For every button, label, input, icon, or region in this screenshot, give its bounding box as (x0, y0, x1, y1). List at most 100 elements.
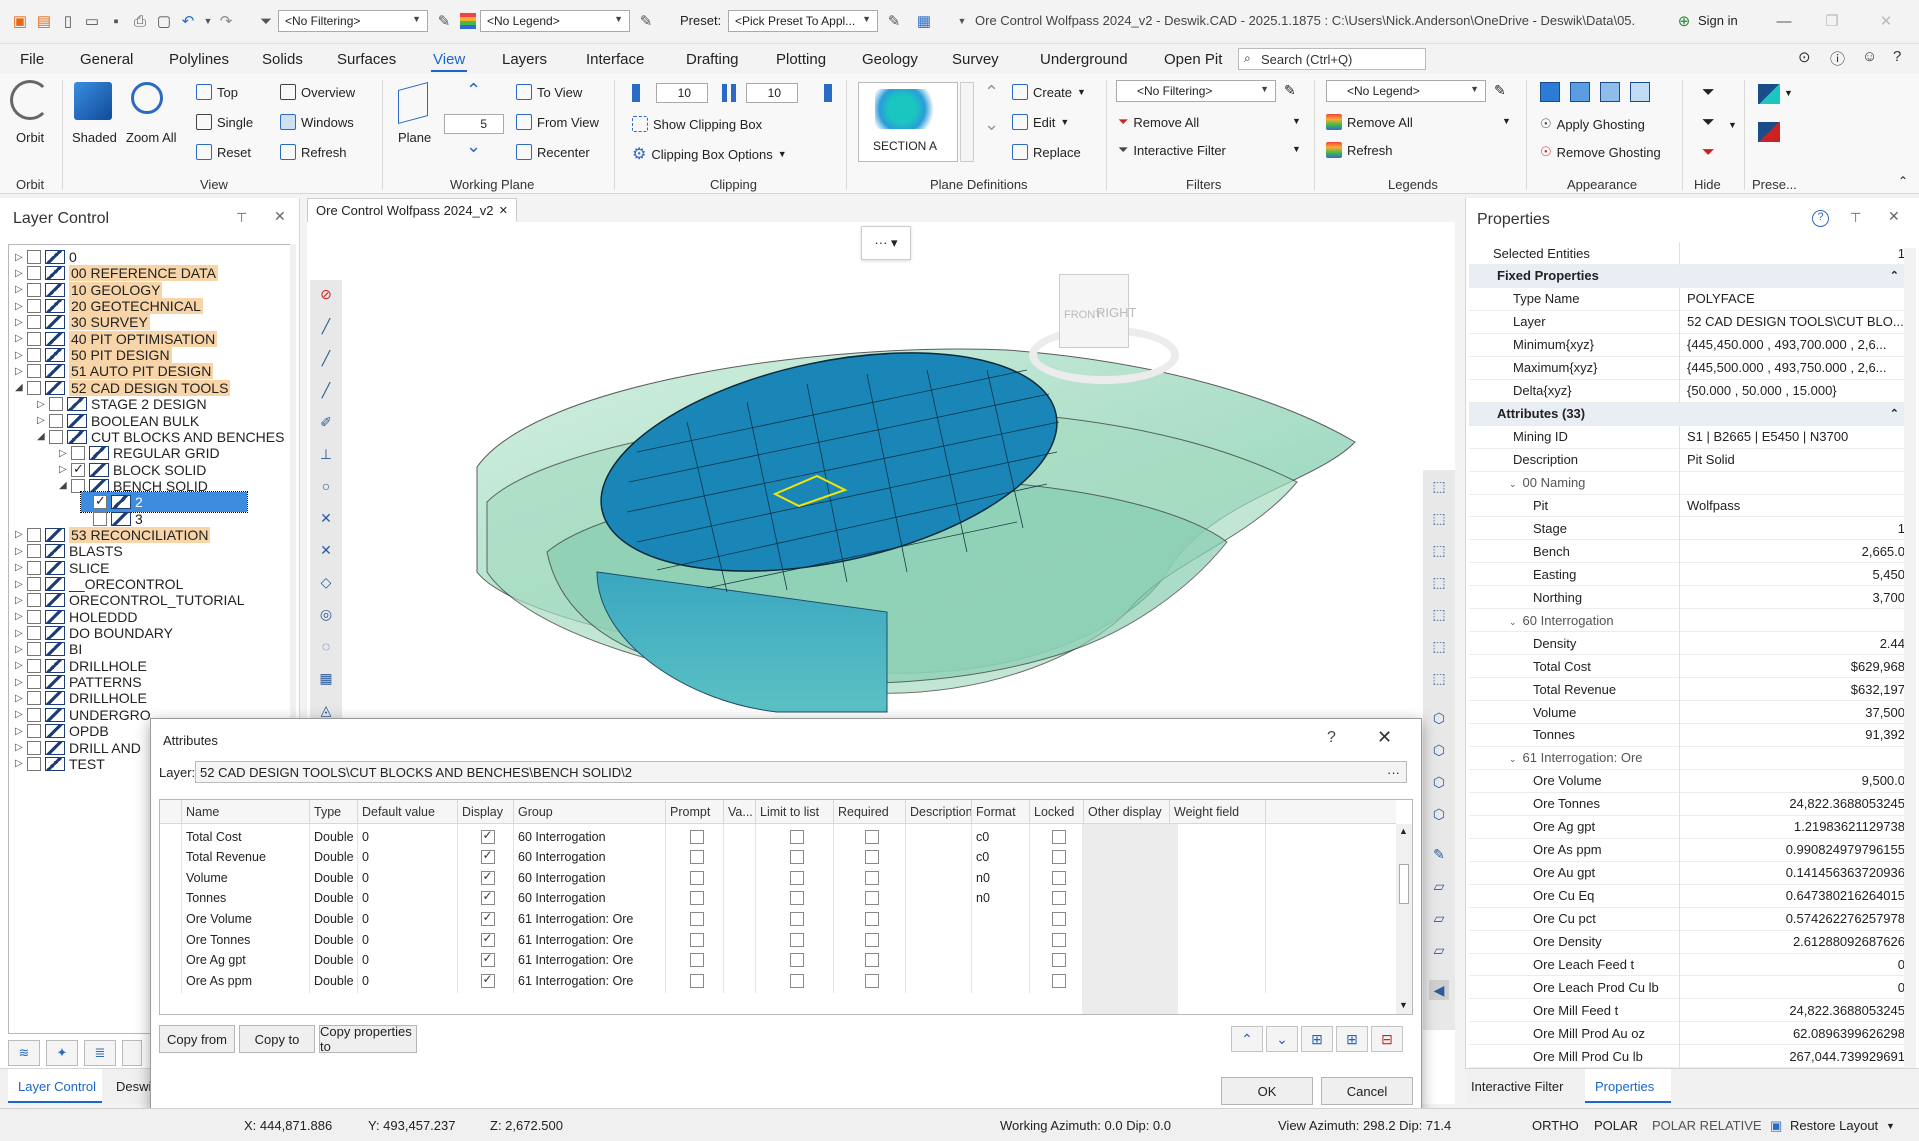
attribute-limit-checkbox[interactable] (789, 891, 804, 906)
ortho-toggle[interactable]: ORTHO (1532, 1118, 1579, 1133)
row-selector[interactable] (160, 968, 182, 994)
edit-legend-icon[interactable]: ✎ (636, 11, 656, 31)
property-row[interactable]: ⌄ 61 Interrogation: Ore (1469, 746, 1915, 770)
property-row[interactable]: Volume 37,500 (1469, 701, 1915, 724)
preset-icon[interactable] (1758, 84, 1780, 104)
minimize-icon[interactable]: — (1774, 11, 1794, 31)
attribute-limit-checkbox[interactable] (789, 829, 804, 844)
shaded-cube-icon[interactable] (74, 82, 112, 120)
property-value[interactable]: 9,500.0 (1681, 773, 1911, 788)
restore-layout-button[interactable]: Restore Layout (1790, 1118, 1878, 1133)
iso-se-icon[interactable]: ⬡ (1429, 772, 1449, 792)
property-row[interactable]: Fixed Properties ⌃ (1469, 264, 1915, 288)
expand-icon[interactable]: ▷ (15, 628, 27, 639)
property-row[interactable]: Tonnes 91,392 (1469, 723, 1915, 747)
property-value[interactable]: 24,822.3688053245 (1681, 1003, 1911, 1018)
attribute-cell-group[interactable]: 61 Interrogation: Ore (514, 968, 666, 994)
view-top-icon[interactable]: ⬚ (1429, 508, 1449, 528)
attribute-locked-checkbox[interactable] (1051, 829, 1066, 844)
attribute-locked-checkbox[interactable] (1051, 973, 1066, 988)
layer-visibility-checkbox[interactable] (93, 511, 107, 526)
layer-visibility-checkbox[interactable] (71, 478, 85, 493)
expand-icon[interactable]: ▷ (15, 595, 27, 606)
clip-width-icon[interactable] (722, 84, 736, 102)
edit-plane-button[interactable]: Edit ▼ (1012, 114, 1069, 130)
menu-interface[interactable]: Interface (586, 51, 644, 68)
plane-step-input[interactable]: 5 (444, 114, 504, 134)
property-row[interactable]: Pit Wolfpass (1469, 494, 1915, 518)
attribute-locked-checkbox[interactable] (1051, 870, 1066, 885)
property-row[interactable]: Ore As ppm 0.990824979796155 (1469, 838, 1915, 862)
edit-filter-icon[interactable]: ✎ (1284, 82, 1296, 99)
property-row[interactable]: Mining ID S1 | B2665 | E5450 | N3700 (1469, 425, 1915, 449)
copy-properties-to-button[interactable]: Copy properties to (319, 1024, 417, 1054)
expand-icon[interactable]: ▷ (15, 268, 27, 279)
property-row[interactable]: Ore Cu Eq 0.647380216264015 (1469, 884, 1915, 908)
property-row[interactable]: Delta{xyz} {50.000 , 50.000 , 15.000} (1469, 379, 1915, 403)
attribute-prompt-checkbox[interactable] (689, 829, 704, 844)
property-value[interactable]: 0.141456363720936 (1681, 865, 1911, 880)
column-header[interactable]: Va... (724, 800, 756, 824)
attribute-cell-weight[interactable] (1170, 968, 1266, 994)
attribute-req-checkbox[interactable] (864, 932, 879, 947)
move-down-icon[interactable]: ⌄ (1266, 1026, 1298, 1052)
search-input[interactable]: Search (Ctrl+Q) (1238, 48, 1426, 70)
attribute-req-checkbox[interactable] (864, 953, 879, 968)
attribute-cell-va[interactable] (724, 968, 756, 994)
undo-dropdown-icon[interactable]: ▼ (198, 11, 218, 31)
view-cube[interactable]: FRONT RIGHT (1029, 266, 1179, 416)
layer-visibility-checkbox[interactable] (27, 315, 41, 330)
undo-icon[interactable]: ↶ (178, 11, 198, 31)
property-value[interactable]: 267,044.739929691 (1681, 1049, 1911, 1064)
snap-midpoint-icon[interactable]: ╱ (316, 348, 336, 368)
attribute-locked-checkbox[interactable] (1051, 891, 1066, 906)
appearance-swatch-icon[interactable] (1630, 82, 1650, 102)
property-row[interactable]: Total Revenue $632,197 (1469, 678, 1915, 702)
property-row[interactable]: Northing 3,700 (1469, 586, 1915, 610)
user-icon[interactable]: ☺ (1862, 48, 1877, 65)
layer-path-field[interactable]: 52 CAD DESIGN TOOLS\CUT BLOCKS AND BENCH… (195, 761, 1407, 783)
attribute-cell-name[interactable]: Ore As ppm (182, 968, 310, 994)
iso-ne-icon[interactable]: ⬡ (1429, 708, 1449, 728)
draw-pen-icon[interactable]: ✎ (1429, 844, 1449, 864)
expand-icon[interactable]: ▷ (15, 350, 27, 361)
copy-from-button[interactable]: Copy from (159, 1025, 235, 1053)
zoom-all-icon[interactable] (131, 82, 163, 114)
recenter-button[interactable]: Recenter (516, 144, 590, 160)
windows-button[interactable]: Windows (280, 114, 354, 130)
clipping-box-options-button[interactable]: ⚙ Clipping Box Options ▼ (632, 144, 787, 164)
attribute-prompt-checkbox[interactable] (689, 911, 704, 926)
zoom-all-button[interactable]: Zoom All (126, 130, 177, 145)
property-value[interactable]: 37,500 (1681, 705, 1911, 720)
attribute-limit-checkbox[interactable] (789, 953, 804, 968)
expand-icon[interactable]: ▷ (15, 709, 27, 720)
filter-combo[interactable]: <No Filtering> ▼ (278, 10, 428, 32)
property-value[interactable]: Wolfpass (1681, 498, 1911, 513)
property-value[interactable]: 0 (1681, 957, 1911, 972)
expand-icon[interactable]: ▷ (59, 464, 71, 475)
expand-icon[interactable]: ▷ (15, 301, 27, 312)
expand-icon[interactable]: ▷ (37, 415, 49, 426)
pin-icon[interactable]: ⊤ (236, 210, 247, 226)
column-header[interactable]: Format (972, 800, 1030, 824)
create-plane-button[interactable]: Create ▼ (1012, 84, 1086, 100)
column-header[interactable]: Weight field (1170, 800, 1266, 824)
layer-visibility-checkbox[interactable] (27, 577, 41, 591)
column-header[interactable]: Description (906, 800, 972, 824)
attribute-cell-type[interactable]: Double (310, 968, 358, 994)
property-value[interactable]: 2.61288092687626 (1681, 934, 1911, 949)
attribute-req-checkbox[interactable] (864, 829, 879, 844)
collapse-toolbar-icon[interactable]: ◀ (1429, 980, 1449, 1000)
pin-icon[interactable]: ⊤ (1850, 210, 1861, 226)
property-value[interactable]: {50.000 , 50.000 , 15.000} (1681, 383, 1911, 398)
attribute-display-checkbox[interactable] (480, 910, 495, 926)
add-row-icon[interactable]: ⊞ (1336, 1026, 1368, 1052)
property-row[interactable]: Ore Volume 9,500.0 (1469, 769, 1915, 793)
property-row[interactable]: Ore Mill Prod Au oz 62.0896399626298 (1469, 1022, 1915, 1046)
snap-center-icon[interactable]: ○ (316, 476, 336, 496)
filters-combo[interactable]: <No Filtering> ▼ (1116, 80, 1276, 102)
polar-toggle[interactable]: POLAR (1594, 1118, 1638, 1133)
sign-in-link[interactable]: Sign in (1698, 13, 1738, 28)
layer-visibility-checkbox[interactable] (27, 609, 41, 624)
property-row[interactable]: Stage 1 (1469, 517, 1915, 541)
